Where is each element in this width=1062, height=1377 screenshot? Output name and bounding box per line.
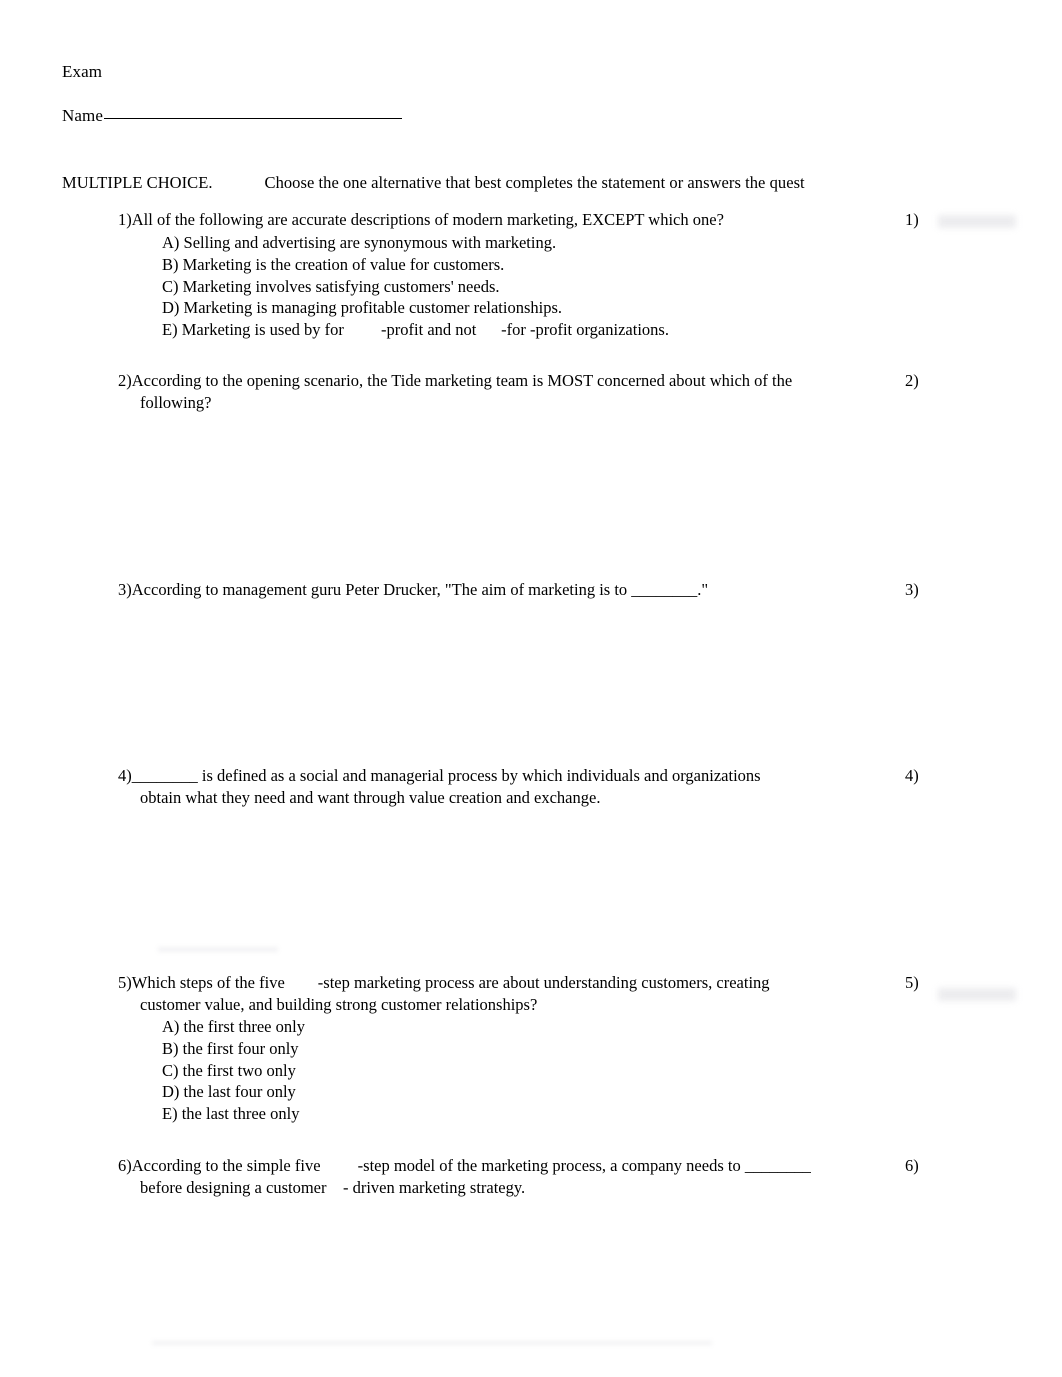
option-5-a[interactable]: A) the first three only: [162, 1016, 305, 1038]
question-2-answer-number: 2): [905, 371, 919, 390]
question-2-number: 2): [118, 371, 132, 390]
option-5-d[interactable]: D) the last four only: [162, 1081, 305, 1103]
question-4-line-0: 4)________ is defined as a social and ma…: [118, 766, 761, 785]
name-field-row: Name: [62, 105, 402, 126]
question-6: 6)According to the simple five -step mod…: [118, 1155, 919, 1198]
option-5-e[interactable]: E) the last three only: [162, 1103, 305, 1125]
question-4-number: 4): [118, 766, 132, 785]
instructions-heading: MULTIPLE CHOICE.: [62, 173, 213, 192]
name-label: Name: [62, 106, 103, 125]
question-3-line-0: 3)According to management guru Peter Dru…: [118, 580, 709, 599]
question-1-answer-blank[interactable]: [938, 215, 1016, 228]
question-4-stem: 4)________ is defined as a social and ma…: [118, 765, 830, 808]
page-artifact-bottom-rule: [152, 1341, 712, 1345]
question-3-answer-number: 3): [905, 580, 919, 599]
question-1-options: A) Selling and advertising are synonymou…: [162, 232, 669, 341]
question-5-answer-number: 5): [905, 973, 919, 992]
exam-page: Exam Name MULTIPLE CHOICE. Choose the one…: [0, 0, 1062, 1377]
instructions-line: MULTIPLE CHOICE. Choose the one alternati…: [62, 172, 805, 193]
question-1-number: 1): [118, 210, 132, 229]
question-3-number: 3): [118, 580, 132, 599]
question-3-stem: 3)According to management guru Peter Dru…: [118, 579, 830, 601]
question-5-stem: 5)Which steps of the five -step marketin…: [118, 972, 830, 1015]
question-5-line-1: customer value, and building strong cust…: [140, 994, 538, 1014]
question-2-line-0: 2)According to the opening scenario, the…: [118, 371, 793, 390]
question-5-line-0: 5)Which steps of the five -step marketin…: [118, 973, 770, 992]
question-6-stem: 6)According to the simple five -step mod…: [118, 1155, 878, 1198]
name-write-in-line[interactable]: [104, 118, 402, 119]
question-5: 5)Which steps of the five -step marketin…: [118, 972, 1016, 1015]
option-1-b[interactable]: B) Marketing is the creation of value fo…: [162, 254, 669, 276]
question-4-answer-number: 4): [905, 766, 919, 785]
question-6-line-1: before designing a customer - driven mar…: [140, 1177, 526, 1197]
instructions-text: Choose the one alternative that best com…: [264, 173, 805, 192]
page-artifact-smudge: [158, 947, 278, 952]
question-2: 2)According to the opening scenario, the…: [118, 370, 919, 413]
question-1-stem: 1)All of the following are accurate desc…: [118, 209, 830, 231]
question-5-answer-blank[interactable]: [938, 988, 1016, 1001]
question-2-line-1: following?: [140, 392, 212, 412]
option-1-e[interactable]: E) Marketing is used by for -profit and …: [162, 319, 669, 341]
question-6-line-0: 6)According to the simple five -step mod…: [118, 1156, 811, 1175]
question-3: 3)According to management guru Peter Dru…: [118, 579, 919, 601]
question-1-line-0: 1)All of the following are accurate desc…: [118, 210, 724, 229]
question-4: 4)________ is defined as a social and ma…: [118, 765, 919, 808]
option-1-c[interactable]: C) Marketing involves satisfying custome…: [162, 276, 669, 298]
question-6-answer-number: 6): [905, 1156, 919, 1175]
question-5-options: A) the first three only B) the first fou…: [162, 1016, 305, 1125]
question-2-stem: 2)According to the opening scenario, the…: [118, 370, 830, 413]
question-5-number: 5): [118, 973, 132, 992]
option-1-d[interactable]: D) Marketing is managing profitable cust…: [162, 297, 669, 319]
option-5-c[interactable]: C) the first two only: [162, 1060, 305, 1082]
question-6-number: 6): [118, 1156, 132, 1175]
option-5-b[interactable]: B) the first four only: [162, 1038, 305, 1060]
question-1-answer-number: 1): [905, 210, 919, 229]
option-1-a[interactable]: A) Selling and advertising are synonymou…: [162, 232, 669, 254]
question-1: 1)All of the following are accurate desc…: [118, 209, 1016, 231]
page-title: Exam: [62, 62, 103, 81]
question-4-line-1: obtain what they need and want through v…: [140, 787, 601, 807]
